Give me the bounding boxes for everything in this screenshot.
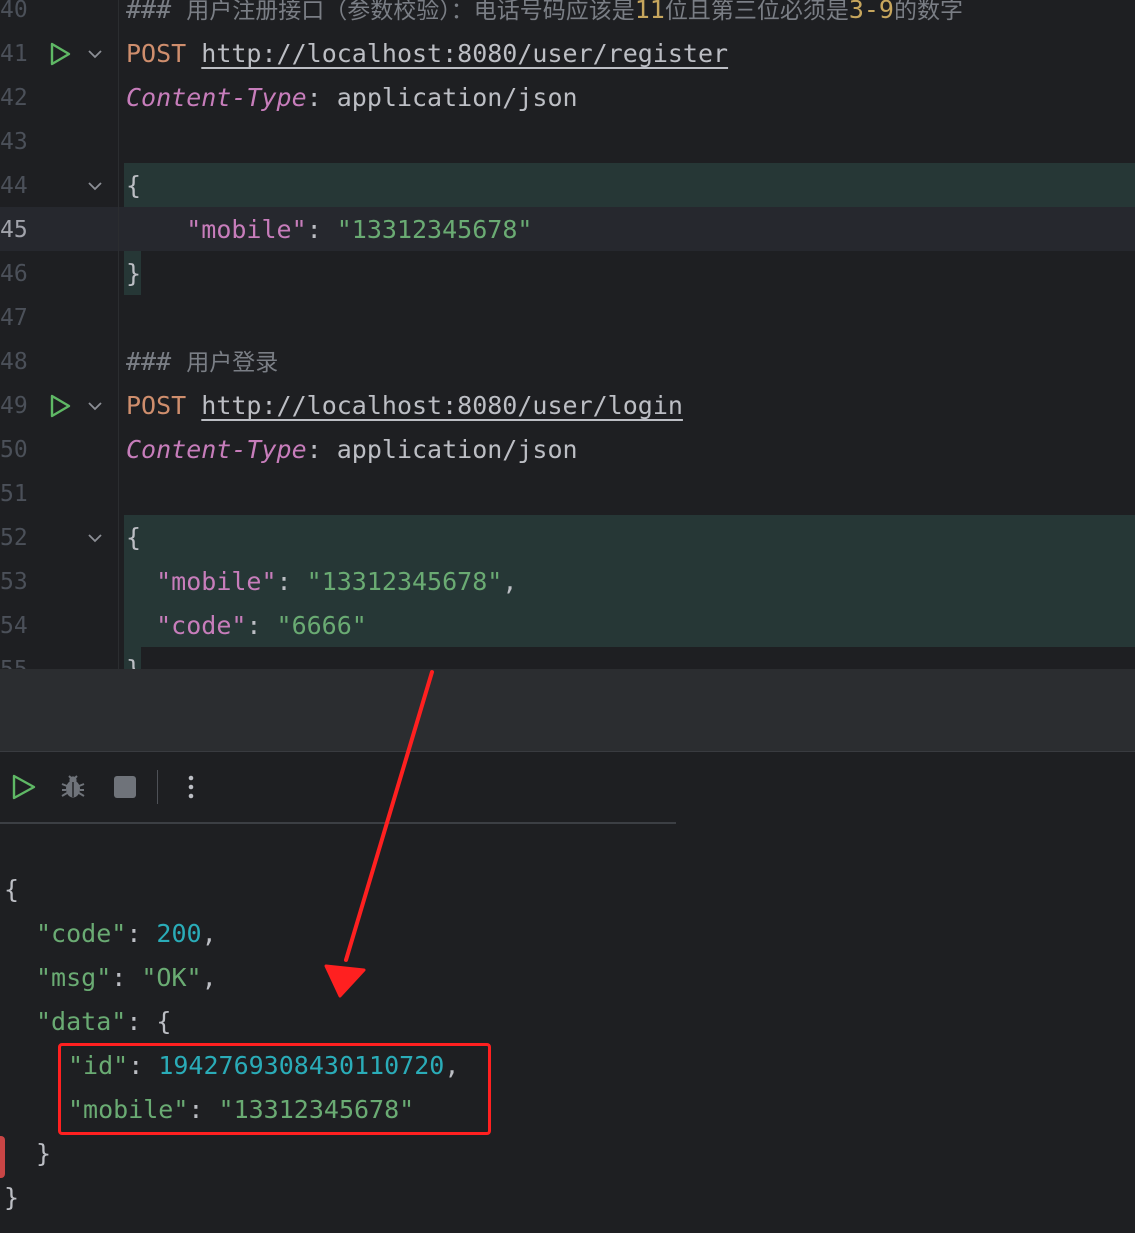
request-url-link[interactable]: http://localhost:8080/user/register: [201, 39, 728, 68]
line-number: 50: [0, 437, 28, 463]
line-content: {: [126, 171, 142, 200]
code-line[interactable]: 54 "code": "6666": [0, 604, 1135, 648]
error-marker: [0, 1136, 5, 1178]
line-number: 49: [0, 393, 28, 419]
line-content: POST http://localhost:8080/user/register: [126, 39, 729, 68]
line-number: 53: [0, 569, 28, 595]
line-number: 46: [0, 261, 28, 287]
response-brace: {: [4, 875, 20, 904]
request-url-link[interactable]: http://localhost:8080/user/login: [201, 391, 683, 420]
line-content: }: [126, 259, 142, 288]
code-line[interactable]: 43: [0, 120, 1135, 164]
code-line[interactable]: 53 "mobile": "13312345678",: [0, 560, 1135, 604]
line-content: "mobile": "13312345678": [186, 215, 533, 244]
line-number: 41: [0, 41, 28, 67]
annotation-highlight-box: [58, 1043, 491, 1135]
response-close: }: [4, 1183, 20, 1212]
line-number: 51: [0, 481, 28, 507]
code-line[interactable]: 52 {: [0, 516, 1135, 560]
run-request-icon[interactable]: [47, 393, 73, 419]
line-number: 44: [0, 173, 28, 199]
code-line[interactable]: 44 {: [0, 164, 1135, 208]
line-content: ### 用户登录: [126, 347, 279, 376]
services-toolbar: [0, 752, 1135, 822]
code-line[interactable]: 55 }: [0, 648, 1135, 669]
line-content: "mobile": "13312345678",: [156, 567, 518, 596]
response-line-msg: "msg": "OK",: [36, 963, 217, 992]
http-request-editor[interactable]: 40 ### 用户注册接口（参数校验）：电话号码应该是11位且第三位必须是3-9…: [0, 0, 1135, 669]
code-line[interactable]: 51: [0, 472, 1135, 516]
line-number: 40: [0, 0, 28, 23]
run-request-icon[interactable]: [47, 41, 73, 67]
response-data-close: }: [36, 1139, 52, 1168]
chevron-down-icon[interactable]: [86, 529, 104, 547]
line-content: {: [126, 523, 142, 552]
line-number: 43: [0, 129, 28, 155]
code-line[interactable]: 41 POST http://localhost:8080/user/regis…: [0, 32, 1135, 76]
chevron-down-icon[interactable]: [86, 45, 104, 63]
code-line[interactable]: 40 ### 用户注册接口（参数校验）：电话号码应该是11位且第三位必须是3-9…: [0, 0, 1135, 32]
line-content: Content-Type: application/json: [126, 83, 578, 112]
line-content: ### 用户注册接口（参数校验）：电话号码应该是11位且第三位必须是3-9的数字: [126, 0, 963, 24]
line-number: 48: [0, 349, 28, 375]
more-vertical-icon[interactable]: [176, 772, 206, 802]
bug-icon[interactable]: [58, 772, 88, 802]
toolbar-separator: [157, 770, 158, 804]
line-number: 42: [0, 85, 28, 111]
code-line[interactable]: 45 "mobile": "13312345678": [0, 208, 1135, 252]
tool-window-header: [0, 669, 1135, 751]
run-icon[interactable]: [8, 772, 38, 802]
line-number: 55: [0, 648, 28, 669]
chevron-down-icon[interactable]: [86, 177, 104, 195]
chevron-down-icon[interactable]: [86, 397, 104, 415]
line-content: POST http://localhost:8080/user/login: [126, 391, 683, 420]
response-line-code: "code": 200,: [36, 919, 217, 948]
code-line[interactable]: 50 Content-Type: application/json: [0, 428, 1135, 472]
line-number: 52: [0, 525, 28, 551]
line-content: Content-Type: application/json: [126, 435, 578, 464]
code-line[interactable]: 42 Content-Type: application/json: [0, 76, 1135, 120]
code-line[interactable]: 49 POST http://localhost:8080/user/login: [0, 384, 1135, 428]
line-number: 54: [0, 613, 28, 639]
code-line[interactable]: 47: [0, 296, 1135, 340]
line-content: "code": "6666": [156, 611, 367, 640]
response-line-data: "data": {: [36, 1007, 172, 1036]
line-number: 47: [0, 305, 28, 331]
code-line[interactable]: 46 }: [0, 252, 1135, 296]
line-number: 45: [0, 217, 28, 243]
stop-icon[interactable]: [110, 772, 140, 802]
line-content: }: [126, 648, 141, 669]
code-line[interactable]: 48 ### 用户登录: [0, 340, 1135, 384]
